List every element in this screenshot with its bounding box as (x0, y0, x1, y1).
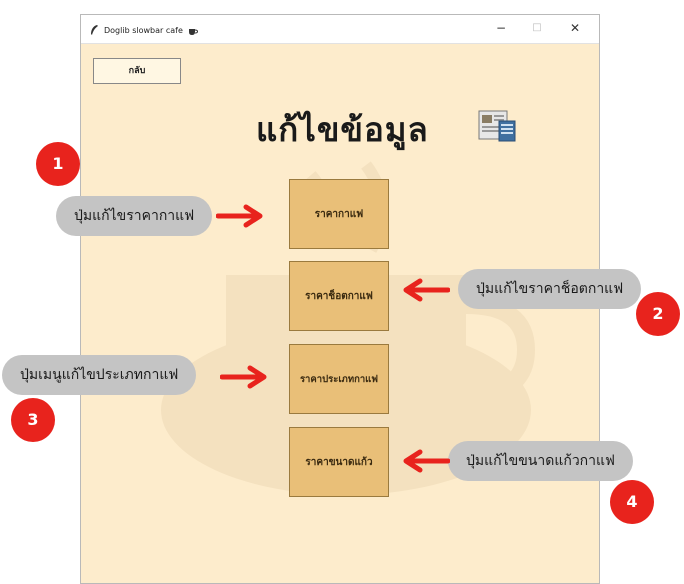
window-title: Doglib slowbar cafe (104, 26, 183, 35)
annotation-callout-4: ปุ่มแก้ไขขนาดแก้วกาแฟ (448, 441, 633, 481)
annotation-badge-3: 3 (11, 398, 55, 442)
cup-size-price-button[interactable]: ราคาขนาดแก้ว (289, 427, 389, 497)
annotation-callout-2: ปุ่มแก้ไขราคาช็อตกาแฟ (458, 269, 642, 309)
annotation-badge-1: 1 (36, 142, 80, 186)
arrow-left-icon (403, 278, 450, 302)
arrow-right-icon (220, 365, 267, 389)
maximize-button[interactable]: □ (529, 21, 545, 35)
annotation-callout-1: ปุ่มแก้ไขราคากาแฟ (56, 196, 213, 236)
annotation-callout-3: ปุ่มเมนูแก้ไขประเภทกาแฟ (2, 355, 197, 395)
page-title: แก้ไขข้อมูล (256, 110, 429, 149)
arrow-right-icon (216, 204, 263, 228)
arrow-left-icon (403, 449, 450, 473)
close-button[interactable]: ✕ (567, 21, 583, 35)
coffee-cup-icon (188, 21, 198, 40)
coffee-price-button[interactable]: ราคากาแฟ (289, 179, 389, 249)
feather-icon (89, 21, 99, 40)
annotation-badge-4: 4 (610, 480, 654, 524)
newspaper-icon (478, 110, 516, 142)
coffee-type-price-button[interactable]: ราคาประเภทกาแฟ (289, 344, 389, 414)
annotation-badge-2: 2 (636, 292, 680, 336)
back-button[interactable]: กลับ (93, 58, 181, 84)
title-bar: Doglib slowbar cafe − □ ✕ (81, 15, 599, 44)
minimize-button[interactable]: − (493, 21, 509, 35)
coffee-shot-price-button[interactable]: ราคาช็อตกาแฟ (289, 261, 389, 331)
